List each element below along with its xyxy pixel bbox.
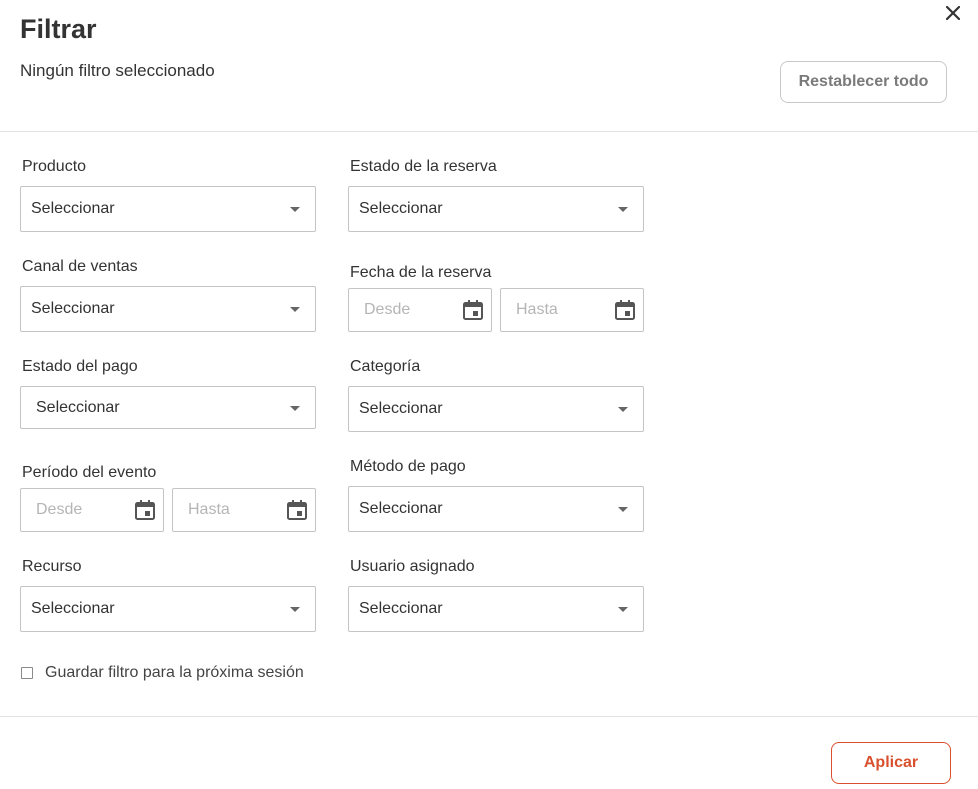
periodo-evento-from-input[interactable]: Desde — [20, 488, 164, 532]
fecha-reserva-to-placeholder: Hasta — [516, 301, 558, 318]
chevron-down-icon — [290, 307, 300, 312]
filter-summary: Ningún filtro seleccionado — [20, 61, 215, 80]
periodo-evento-to-placeholder: Hasta — [188, 501, 230, 518]
usuario-asignado-select[interactable]: Seleccionar — [348, 586, 644, 632]
save-filter-label: Guardar filtro para la próxima sesión — [45, 664, 304, 681]
save-filter-option[interactable]: Guardar filtro para la próxima sesión — [21, 664, 304, 682]
estado-pago-label: Estado del pago — [22, 358, 138, 375]
metodo-pago-label: Método de pago — [350, 458, 466, 475]
close-button[interactable] — [940, 0, 966, 26]
categoria-label: Categoría — [350, 358, 421, 375]
producto-value: Seleccionar — [31, 200, 115, 217]
categoria-value: Seleccionar — [359, 400, 443, 417]
periodo-evento-to-input[interactable]: Hasta — [172, 488, 316, 532]
chevron-down-icon — [290, 607, 300, 612]
calendar-icon[interactable] — [287, 500, 307, 520]
chevron-down-icon — [618, 607, 628, 612]
recurso-select[interactable]: Seleccionar — [20, 586, 316, 632]
canal-ventas-label: Canal de ventas — [22, 258, 138, 275]
periodo-evento-from-placeholder: Desde — [36, 501, 83, 518]
apply-button[interactable]: Aplicar — [831, 742, 951, 784]
producto-label: Producto — [22, 158, 87, 175]
estado-reserva-label: Estado de la reserva — [350, 158, 497, 175]
fecha-reserva-from-placeholder: Desde — [364, 301, 411, 318]
categoria-select[interactable]: Seleccionar — [348, 386, 644, 432]
estado-reserva-select[interactable]: Seleccionar — [348, 186, 644, 232]
filter-footer: Aplicar — [0, 716, 978, 789]
calendar-icon[interactable] — [463, 300, 483, 320]
recurso-label: Recurso — [22, 558, 82, 575]
usuario-asignado-value: Seleccionar — [359, 600, 443, 617]
canal-ventas-select[interactable]: Seleccionar — [20, 286, 316, 332]
estado-pago-value: Seleccionar — [36, 398, 120, 416]
chevron-down-icon — [618, 507, 628, 512]
chevron-down-icon — [618, 407, 628, 412]
periodo-evento-label: Período del evento — [22, 464, 157, 481]
chevron-down-icon — [290, 207, 300, 212]
calendar-icon[interactable] — [615, 300, 635, 320]
estado-reserva-value: Seleccionar — [359, 200, 443, 217]
save-filter-checkbox[interactable] — [21, 667, 33, 679]
filter-header: Filtrar Ningún filtro seleccionado Resta… — [0, 0, 978, 132]
calendar-icon[interactable] — [135, 500, 155, 520]
fecha-reserva-from-input[interactable]: Desde — [348, 288, 492, 332]
metodo-pago-select[interactable]: Seleccionar — [348, 486, 644, 532]
metodo-pago-value: Seleccionar — [359, 500, 443, 517]
fecha-reserva-label: Fecha de la reserva — [350, 264, 492, 281]
estado-pago-select[interactable]: Seleccionar — [20, 386, 316, 429]
close-icon — [946, 6, 960, 20]
chevron-down-icon — [290, 405, 300, 411]
page-title: Filtrar — [20, 14, 97, 44]
fecha-reserva-to-input[interactable]: Hasta — [500, 288, 644, 332]
usuario-asignado-label: Usuario asignado — [350, 558, 475, 575]
canal-ventas-value: Seleccionar — [31, 300, 115, 317]
producto-select[interactable]: Seleccionar — [20, 186, 316, 232]
chevron-down-icon — [618, 207, 628, 212]
reset-all-button[interactable]: Restablecer todo — [780, 61, 947, 103]
recurso-value: Seleccionar — [31, 600, 115, 617]
